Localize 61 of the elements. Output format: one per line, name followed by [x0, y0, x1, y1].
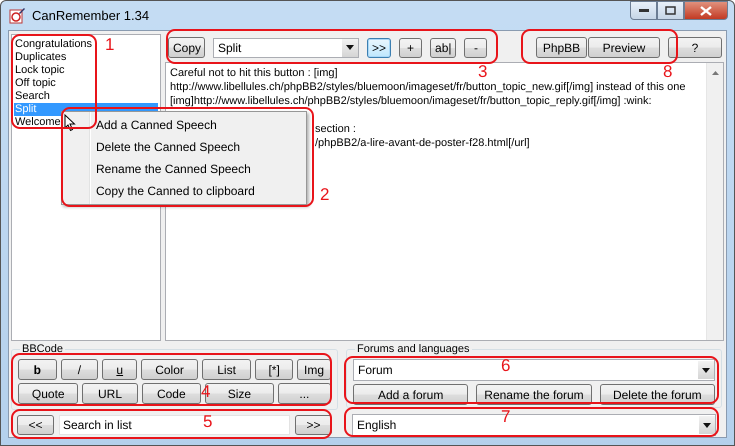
toolbar-button[interactable]: ? [668, 37, 722, 58]
speech-item[interactable]: Off topic [14, 77, 56, 90]
cursor-icon [64, 114, 76, 132]
speech-item[interactable]: Welcome [14, 116, 61, 129]
bbcode-button[interactable]: URL [82, 383, 138, 404]
minimize-icon [638, 8, 648, 12]
scrollbar[interactable] [706, 63, 723, 340]
toolbar-button[interactable]: >> [367, 38, 392, 58]
close-button[interactable] [684, 1, 728, 20]
forum-button[interactable]: Add a forum [353, 384, 468, 405]
toolbar-button[interactable]: + [399, 38, 422, 58]
toolbar-button[interactable]: - [464, 38, 488, 58]
speech-item[interactable]: Search [14, 90, 50, 103]
menu-item[interactable]: Delete the Canned Speech [64, 136, 304, 158]
annotation-number: 3 [478, 63, 488, 81]
maximize-icon [665, 6, 676, 15]
toolbar-button[interactable]: PhpBB [536, 37, 587, 58]
annotation-number: 2 [320, 186, 330, 204]
caret-icon [702, 368, 710, 372]
annotation-number: 1 [105, 36, 114, 54]
speech-dropdown[interactable]: Split [213, 38, 359, 58]
toolbar-button[interactable]: Preview [588, 37, 660, 58]
bbcode-button[interactable]: Img [296, 359, 332, 380]
editor-text: Careful not to hit this button : [img] [170, 66, 338, 80]
window-title: CanRemember 1.34 [32, 8, 150, 23]
forum-button[interactable]: Delete the forum [600, 384, 715, 405]
previous-button[interactable]: << [17, 415, 54, 435]
maximize-button[interactable] [657, 1, 684, 20]
menu-item[interactable]: Rename the Canned Speech [64, 158, 304, 180]
notepad-icon [8, 6, 26, 24]
editor-text: section : [315, 122, 356, 136]
close-icon [700, 6, 712, 16]
annotation-number: 5 [203, 413, 212, 431]
annotation-number: 6 [501, 357, 510, 375]
bbcode-button[interactable]: List [202, 359, 252, 380]
annotation-number: 8 [663, 63, 672, 81]
next-button[interactable]: >> [295, 415, 332, 435]
scroll-up-icon[interactable] [712, 71, 718, 75]
group-label: BBCode [21, 343, 64, 355]
forum-button[interactable]: Rename the forum [476, 384, 592, 405]
caret-icon [346, 45, 354, 50]
editor-text: http://www.libellules.ch/phpBB2/styles/bluemoon/imageset/fr/button_topic_new.gif[/img] instead of this one [170, 80, 686, 94]
bbcode-button[interactable]: ... [278, 383, 331, 404]
editor-text: /phpBB2/a-lire-avant-de-poster-f28.html[/url] [315, 136, 530, 150]
minimize-button[interactable] [630, 1, 657, 20]
caret-icon [703, 422, 711, 428]
copy-button[interactable]: Copy [168, 37, 205, 58]
bbcode-button[interactable]: Color [141, 359, 198, 380]
editor-text: [img]http://www.libellules.ch/phpBB2/styles/bluemoon/imageset/fr/button_topic_reply.gif[/img] :wink: [170, 94, 652, 108]
speech-item[interactable]: Congratulations [14, 38, 92, 51]
bbcode-button[interactable]: / [60, 359, 98, 380]
toolbar-button[interactable]: ab| [430, 38, 456, 58]
speech-item[interactable]: Lock topic [14, 64, 65, 77]
bbcode-button[interactable]: b [18, 359, 57, 380]
bbcode-button[interactable]: Code [142, 383, 202, 404]
group-label: Forums and languages [356, 343, 471, 355]
speech-item[interactable]: Duplicates [14, 51, 66, 64]
bbcode-button[interactable]: Quote [18, 383, 78, 404]
bbcode-button[interactable]: [*] [255, 359, 293, 380]
bbcode-button[interactable]: u [102, 359, 138, 380]
menu-item[interactable]: Copy the Canned to clipboard [64, 180, 304, 202]
